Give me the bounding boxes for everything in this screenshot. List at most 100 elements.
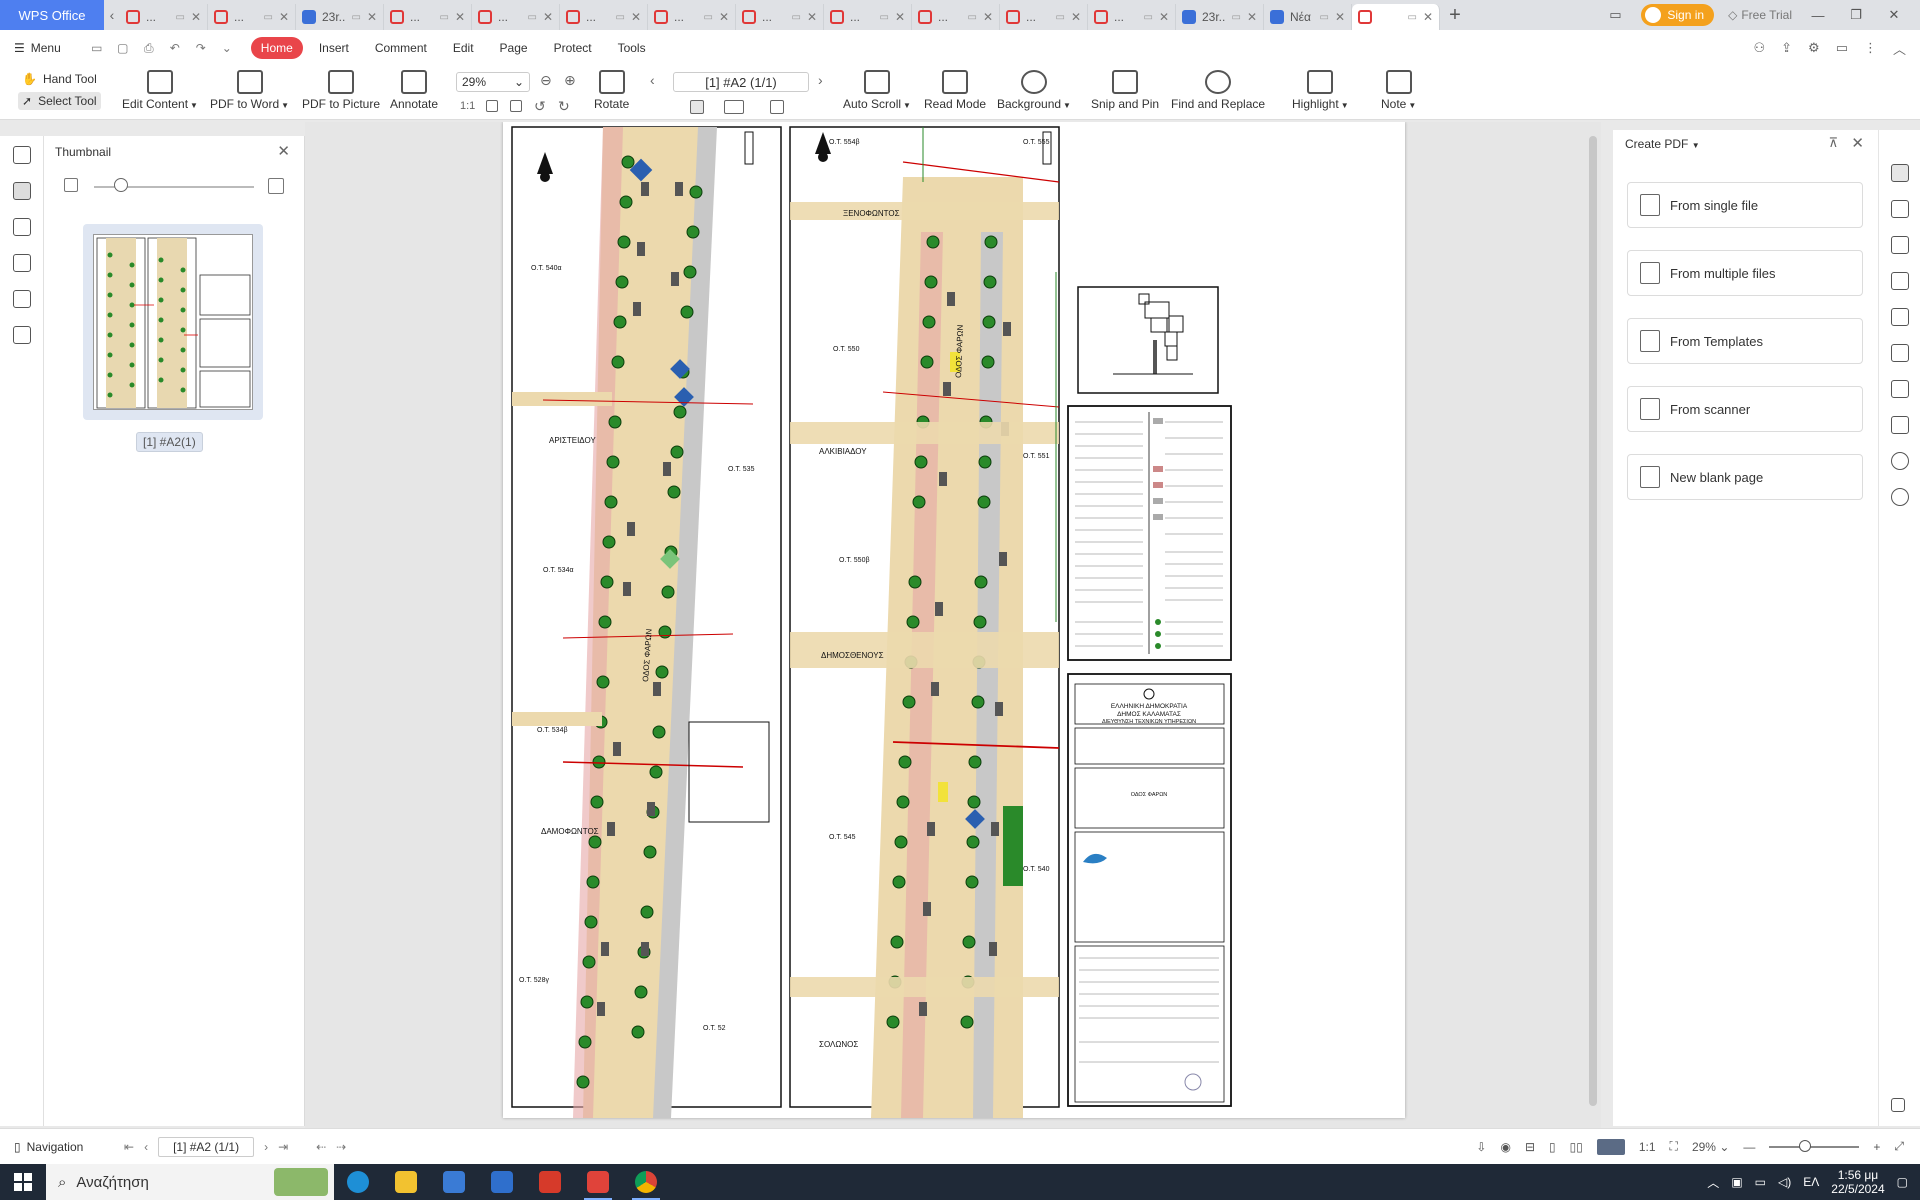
large-thumbnail-icon[interactable]	[268, 178, 284, 194]
fit-width-icon[interactable]	[510, 100, 522, 112]
single-page-view-icon[interactable]: ▯	[1549, 1140, 1556, 1154]
convert-icon[interactable]	[1891, 236, 1909, 254]
start-button[interactable]	[0, 1164, 46, 1200]
double-page-view-icon[interactable]: ▯▯	[1570, 1140, 1583, 1154]
close-tab-icon[interactable]: ✕	[983, 10, 993, 24]
close-tab-icon[interactable]: ✕	[1335, 10, 1345, 24]
tab-float-icon[interactable]: ▭	[263, 12, 272, 23]
document-tab[interactable]: ... ▭ ✕	[648, 4, 736, 30]
close-tab-icon[interactable]: ✕	[1247, 10, 1257, 24]
tab-float-icon[interactable]: ▭	[1231, 12, 1240, 23]
tab-float-icon[interactable]: ▭	[967, 12, 976, 23]
free-trial-button[interactable]: ◇ Free Trial	[1728, 8, 1792, 22]
document-tab[interactable]: ... ▭ ✕	[736, 4, 824, 30]
comment-icon[interactable]: ▭	[1836, 40, 1848, 56]
edit-content-button[interactable]: Edit Content ▼	[122, 70, 198, 111]
zoom-in-status-icon[interactable]: +	[1873, 1140, 1880, 1154]
document-tab[interactable]: ... ▭ ✕	[1000, 4, 1088, 30]
next-page-icon[interactable]: ›	[818, 72, 823, 88]
select-tool-button[interactable]: ➚ Select Tool	[18, 92, 101, 110]
ribbon-tab-3[interactable]: Edit	[443, 37, 484, 59]
eye-protection-icon[interactable]: ◉	[1500, 1140, 1510, 1154]
document-tab[interactable]: ... ▭ ✕	[472, 4, 560, 30]
share-user-icon[interactable]: ⚇	[1753, 40, 1765, 56]
close-tab-icon[interactable]: ✕	[191, 10, 201, 24]
close-tab-icon[interactable]: ✕	[543, 10, 553, 24]
ocr-icon[interactable]	[1891, 308, 1909, 326]
search-document-icon[interactable]	[13, 326, 31, 344]
more-icon[interactable]: ⋮	[1864, 40, 1877, 56]
close-tab-icon[interactable]: ✕	[1071, 10, 1081, 24]
document-view[interactable]: ΕΛΛΗΝΙΚΗ ΔΗΜΟΚΡΑΤΙΑ ΔΗΜΟΣ ΚΑΛΑΜΑΤΑΣ ΔΙΕΥ…	[305, 122, 1601, 1128]
thumbnail-icon[interactable]	[13, 182, 31, 200]
create-pdf-icon[interactable]	[1891, 164, 1909, 182]
ribbon-tab-1[interactable]: Insert	[309, 37, 359, 59]
forward-view-icon[interactable]: ⇢	[336, 1140, 346, 1154]
close-tab-icon[interactable]: ✕	[1423, 10, 1433, 24]
tab-float-icon[interactable]: ▭	[879, 12, 888, 23]
small-thumbnail-icon[interactable]	[64, 178, 78, 192]
export-icon[interactable]	[1891, 272, 1909, 290]
document-tab[interactable]: 23r... ▭ ✕	[1176, 4, 1264, 30]
page-thumbnail[interactable]	[83, 224, 263, 420]
settings-icon[interactable]: ⚙	[1808, 40, 1820, 56]
actual-size-icon[interactable]: 1:1	[460, 100, 475, 112]
zoom-in-icon[interactable]: ⊕	[564, 72, 576, 89]
from-multiple-files-button[interactable]: From multiple files	[1627, 250, 1863, 296]
annotate-button[interactable]: Annotate	[390, 70, 438, 111]
thumbnail-size-handle[interactable]	[114, 178, 128, 192]
signature-icon[interactable]	[13, 290, 31, 308]
ribbon-tab-6[interactable]: Tools	[608, 37, 656, 59]
single-page-icon[interactable]	[690, 100, 704, 114]
page-number-input[interactable]: [1] #A2 (1/1)	[673, 72, 809, 92]
close-tab-icon[interactable]: ✕	[1159, 10, 1169, 24]
acrobat-taskbar-icon[interactable]	[526, 1164, 574, 1200]
undo-icon[interactable]: ↶	[167, 41, 183, 55]
tab-float-icon[interactable]: ▭	[1319, 12, 1328, 23]
document-tab[interactable]: ▭ ✕	[1352, 4, 1440, 30]
save-icon[interactable]: ▢	[115, 41, 131, 55]
compare-icon[interactable]	[1891, 344, 1909, 362]
tab-float-icon[interactable]: ▭	[175, 12, 184, 23]
wps-taskbar-icon[interactable]	[574, 1164, 622, 1200]
first-page-icon[interactable]: ⇤	[124, 1140, 134, 1154]
sign-in-button[interactable]: Sign in	[1641, 4, 1715, 26]
collapse-ribbon-icon[interactable]: ︿	[1893, 39, 1906, 58]
fullscreen-icon[interactable]: ⤢	[1894, 1139, 1904, 1154]
security-tray-icon[interactable]: ▣	[1731, 1175, 1742, 1189]
tab-float-icon[interactable]: ▭	[1143, 12, 1152, 23]
last-page-icon[interactable]: ⇥	[278, 1140, 288, 1154]
rotate-left-icon[interactable]: ↺	[534, 98, 546, 115]
snip-and-pin-button[interactable]: Snip and Pin	[1091, 70, 1159, 111]
panel-settings-icon[interactable]	[1891, 1098, 1905, 1112]
wps-logo[interactable]: WPS Office	[0, 0, 104, 30]
ribbon-tab-4[interactable]: Page	[490, 37, 538, 59]
print-side-icon[interactable]	[1891, 380, 1909, 398]
print-icon[interactable]: ⎙	[141, 41, 157, 55]
split-view-icon[interactable]: ⊟	[1525, 1140, 1535, 1154]
open-folder-icon[interactable]: ▭	[89, 41, 105, 55]
upload-icon[interactable]: ⇪	[1781, 40, 1792, 56]
two-page-icon[interactable]	[724, 100, 744, 114]
mail-taskbar-icon[interactable]	[478, 1164, 526, 1200]
restore-icon[interactable]: ❐	[1844, 7, 1868, 23]
find-and-replace-button[interactable]: Find and Replace	[1171, 70, 1265, 111]
store-taskbar-icon[interactable]	[430, 1164, 478, 1200]
document-tab[interactable]: ... ▭ ✕	[384, 4, 472, 30]
quick-access-dropdown-icon[interactable]: ⌄	[219, 41, 235, 55]
document-tab[interactable]: ... ▭ ✕	[208, 4, 296, 30]
volume-tray-icon[interactable]: ◁)	[1778, 1175, 1791, 1189]
notifications-icon[interactable]: ▢	[1897, 1175, 1908, 1189]
vertical-scrollbar[interactable]	[1589, 136, 1597, 1106]
background-button[interactable]: Background ▼	[997, 70, 1071, 111]
rotate-right-icon[interactable]: ↻	[558, 98, 570, 115]
translate-icon[interactable]	[1891, 452, 1909, 470]
language-indicator[interactable]: ΕΛ	[1803, 1175, 1819, 1189]
zoom-dropdown-status[interactable]: 29% ⌄	[1692, 1140, 1729, 1154]
new-blank-page-button[interactable]: New blank page	[1627, 454, 1863, 500]
tab-float-icon[interactable]: ▭	[439, 12, 448, 23]
minimize-icon[interactable]: —	[1806, 8, 1830, 23]
zoom-slider-handle[interactable]	[1799, 1139, 1812, 1152]
previous-page-icon[interactable]: ‹	[650, 72, 655, 88]
network-tray-icon[interactable]: ▭	[1755, 1175, 1766, 1189]
